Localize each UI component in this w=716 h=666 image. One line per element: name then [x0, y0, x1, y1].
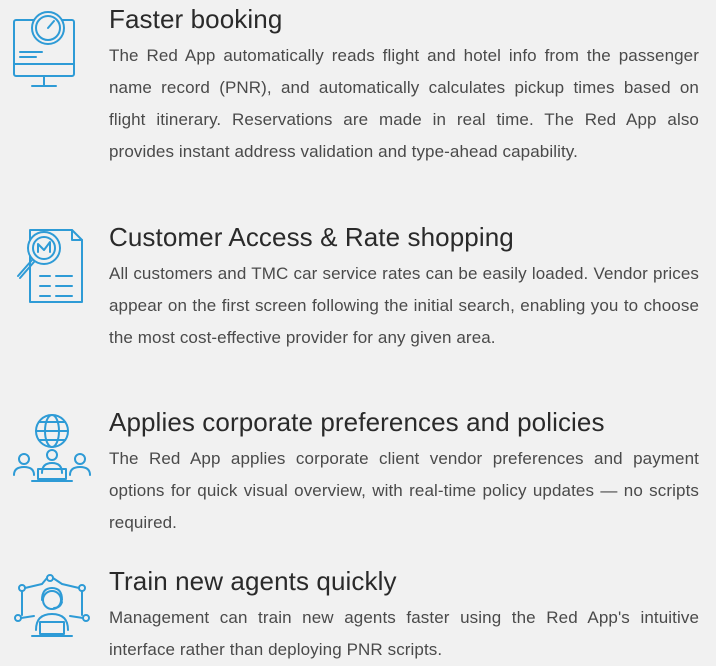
- feature-train-agents: Train new agents quickly Management can …: [0, 566, 716, 659]
- feature-list: Faster booking The Red App automatically…: [0, 0, 716, 659]
- feature-customer-access: Customer Access & Rate shopping All cust…: [0, 222, 716, 387]
- feature-title: Applies corporate preferences and polici…: [109, 407, 605, 437]
- feature-description: Management can train new agents faster u…: [109, 608, 699, 659]
- feature-description: All customers and TMC car service rates …: [109, 264, 699, 347]
- feature-description: The Red App applies corporate client ven…: [109, 449, 699, 532]
- agent-network-icon: [10, 570, 94, 654]
- feature-title: Train new agents quickly: [109, 566, 397, 596]
- feature-title: Customer Access & Rate shopping: [109, 222, 514, 252]
- monitor-gauge-icon: [10, 8, 94, 92]
- document-magnifier-icon: [10, 222, 94, 306]
- feature-description: The Red App automatically reads flight a…: [109, 46, 699, 161]
- feature-faster-booking: Faster booking The Red App automatically…: [0, 4, 716, 199]
- feature-title: Faster booking: [109, 4, 283, 34]
- feature-corporate-preferences: Applies corporate preferences and polici…: [0, 407, 716, 542]
- globe-people-icon: [10, 409, 94, 493]
